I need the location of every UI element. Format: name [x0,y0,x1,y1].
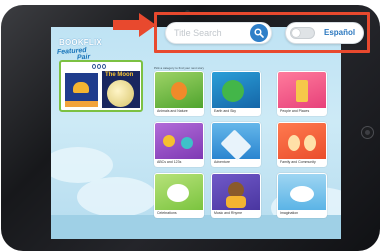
category-imagination[interactable]: Imagination [277,173,327,218]
category-prompt: Pick a category to find your next story [154,66,205,70]
language-toggle[interactable]: Español [285,22,364,44]
category-image [155,123,203,159]
category-family-community[interactable]: Family and Community [277,122,327,167]
language-label: Español [324,28,356,37]
category-image [212,123,260,161]
category-image [155,72,203,108]
search-input[interactable] [174,27,244,39]
category-people-places[interactable]: People and Places [277,71,327,116]
category-label: Family and Community [280,160,316,164]
bookflix-logo[interactable]: BOOKFLIX [59,38,102,47]
category-image [278,72,326,108]
category-label: ABCs and 123s [157,160,182,164]
category-image [278,123,326,159]
category-label: Adventure [214,160,230,164]
arrow-annotation-icon [113,13,156,37]
ground-decoration [51,215,341,239]
category-image [278,174,326,210]
category-animals-nature[interactable]: Animals and Nature [154,71,204,116]
category-label: Music and Rhyme [214,211,243,215]
toggle-switch[interactable] [290,27,315,39]
featured-pair-card[interactable]: The Moon [59,60,143,112]
category-abcs-123s[interactable]: ABCs and 123s [154,122,204,167]
nonfiction-book-cover[interactable]: The Moon [102,71,140,108]
moon-icon [107,80,134,107]
search-button[interactable] [250,24,268,42]
title-search-field[interactable] [165,22,272,44]
category-image [155,174,203,210]
category-celebrations[interactable]: Celebrations [154,173,204,218]
category-music-rhyme[interactable]: Music and Rhyme [211,173,261,218]
toggle-knob [292,29,300,37]
cat-icon [73,82,89,93]
category-adventure[interactable]: Adventure [211,122,261,167]
category-image [212,72,260,108]
category-label: People and Places [280,109,310,113]
cloud-decoration [77,177,157,217]
home-button[interactable] [361,126,374,139]
category-image [212,174,260,210]
fiction-book-cover[interactable] [65,73,98,107]
search-icon [254,28,264,38]
category-label: Imagination [280,211,299,215]
book-title: The Moon [105,72,134,78]
category-label: Earth and Sky [214,109,236,113]
category-label: Celebrations [157,211,177,215]
app-screen: BOOKFLIX Featured Pair The Moon Pick a c… [51,27,341,239]
brand-icon [92,64,106,69]
category-label: Animals and Nature [157,109,188,113]
category-earth-sky[interactable]: Earth and Sky [211,71,261,116]
